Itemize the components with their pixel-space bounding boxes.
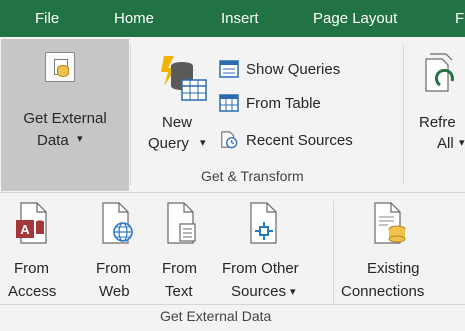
- separator: [130, 45, 131, 185]
- get-external-data-label-1: Get External: [23, 110, 107, 127]
- tab-file[interactable]: File: [35, 0, 59, 37]
- recent-sources-button[interactable]: Recent Sources: [219, 127, 353, 153]
- from-text-label-2[interactable]: Text: [165, 281, 193, 303]
- refresh-all-label-2[interactable]: All: [437, 133, 454, 154]
- recent-sources-label: Recent Sources: [246, 131, 353, 149]
- chevron-down-icon: ▾: [290, 286, 296, 298]
- from-access-label-2[interactable]: Access: [8, 281, 56, 303]
- group-label-get-transform: Get & Transform: [201, 168, 304, 184]
- tab-formulas-partial[interactable]: F: [455, 0, 464, 37]
- chevron-down-icon: ▾: [200, 137, 206, 149]
- from-web-label-2[interactable]: Web: [99, 281, 130, 303]
- recent-sources-icon: [221, 131, 238, 149]
- text-doc-icon[interactable]: [167, 202, 199, 244]
- separator: [403, 45, 404, 185]
- divider: [0, 304, 465, 305]
- new-query-icon[interactable]: [160, 54, 208, 102]
- database-icon: [45, 52, 75, 82]
- separator: [333, 201, 334, 305]
- existing-connections-label-2[interactable]: Connections: [341, 281, 424, 303]
- new-query-label-1[interactable]: New: [162, 112, 192, 133]
- chevron-down-icon: ▾: [459, 137, 465, 149]
- get-external-data-button[interactable]: Get External Data ▾: [1, 39, 129, 191]
- existing-connections-icon[interactable]: [374, 202, 406, 244]
- chevron-down-icon: ▾: [77, 133, 83, 145]
- from-text-label-1[interactable]: From: [162, 258, 197, 280]
- from-access-label-1[interactable]: From: [14, 258, 49, 280]
- group-label-get-external-data: Get External Data: [160, 308, 272, 324]
- refresh-icon[interactable]: [424, 51, 464, 95]
- show-queries-icon: [219, 60, 239, 78]
- new-query-label-2[interactable]: Query: [148, 133, 189, 154]
- web-globe-icon[interactable]: [102, 202, 134, 244]
- existing-connections-label-1[interactable]: Existing: [367, 258, 420, 280]
- ribbon-upper: Get External Data ▾ New Query ▾ Show Que…: [0, 37, 465, 192]
- from-table-button[interactable]: From Table: [219, 90, 321, 116]
- tab-page-layout[interactable]: Page Layout: [313, 0, 397, 37]
- from-table-label: From Table: [246, 94, 321, 112]
- menu-bar: File Home Insert Page Layout F: [0, 0, 465, 37]
- from-other-label-1[interactable]: From Other: [222, 258, 299, 280]
- from-web-label-1[interactable]: From: [96, 258, 131, 280]
- refresh-all-label-1[interactable]: Refre: [419, 112, 456, 133]
- show-queries-button[interactable]: Show Queries: [219, 56, 340, 82]
- get-external-data-panel: A From Access From Web From Text From Ot…: [0, 192, 465, 331]
- from-other-label-2[interactable]: Sources: [231, 281, 286, 303]
- other-sources-icon[interactable]: [250, 202, 282, 244]
- tab-insert[interactable]: Insert: [221, 0, 259, 37]
- get-external-data-label-2: Data: [37, 132, 69, 149]
- show-queries-label: Show Queries: [246, 60, 341, 78]
- tab-home[interactable]: Home: [114, 0, 154, 37]
- access-icon[interactable]: A: [15, 202, 47, 244]
- svg-text:A: A: [20, 222, 30, 237]
- from-table-icon: [219, 94, 239, 112]
